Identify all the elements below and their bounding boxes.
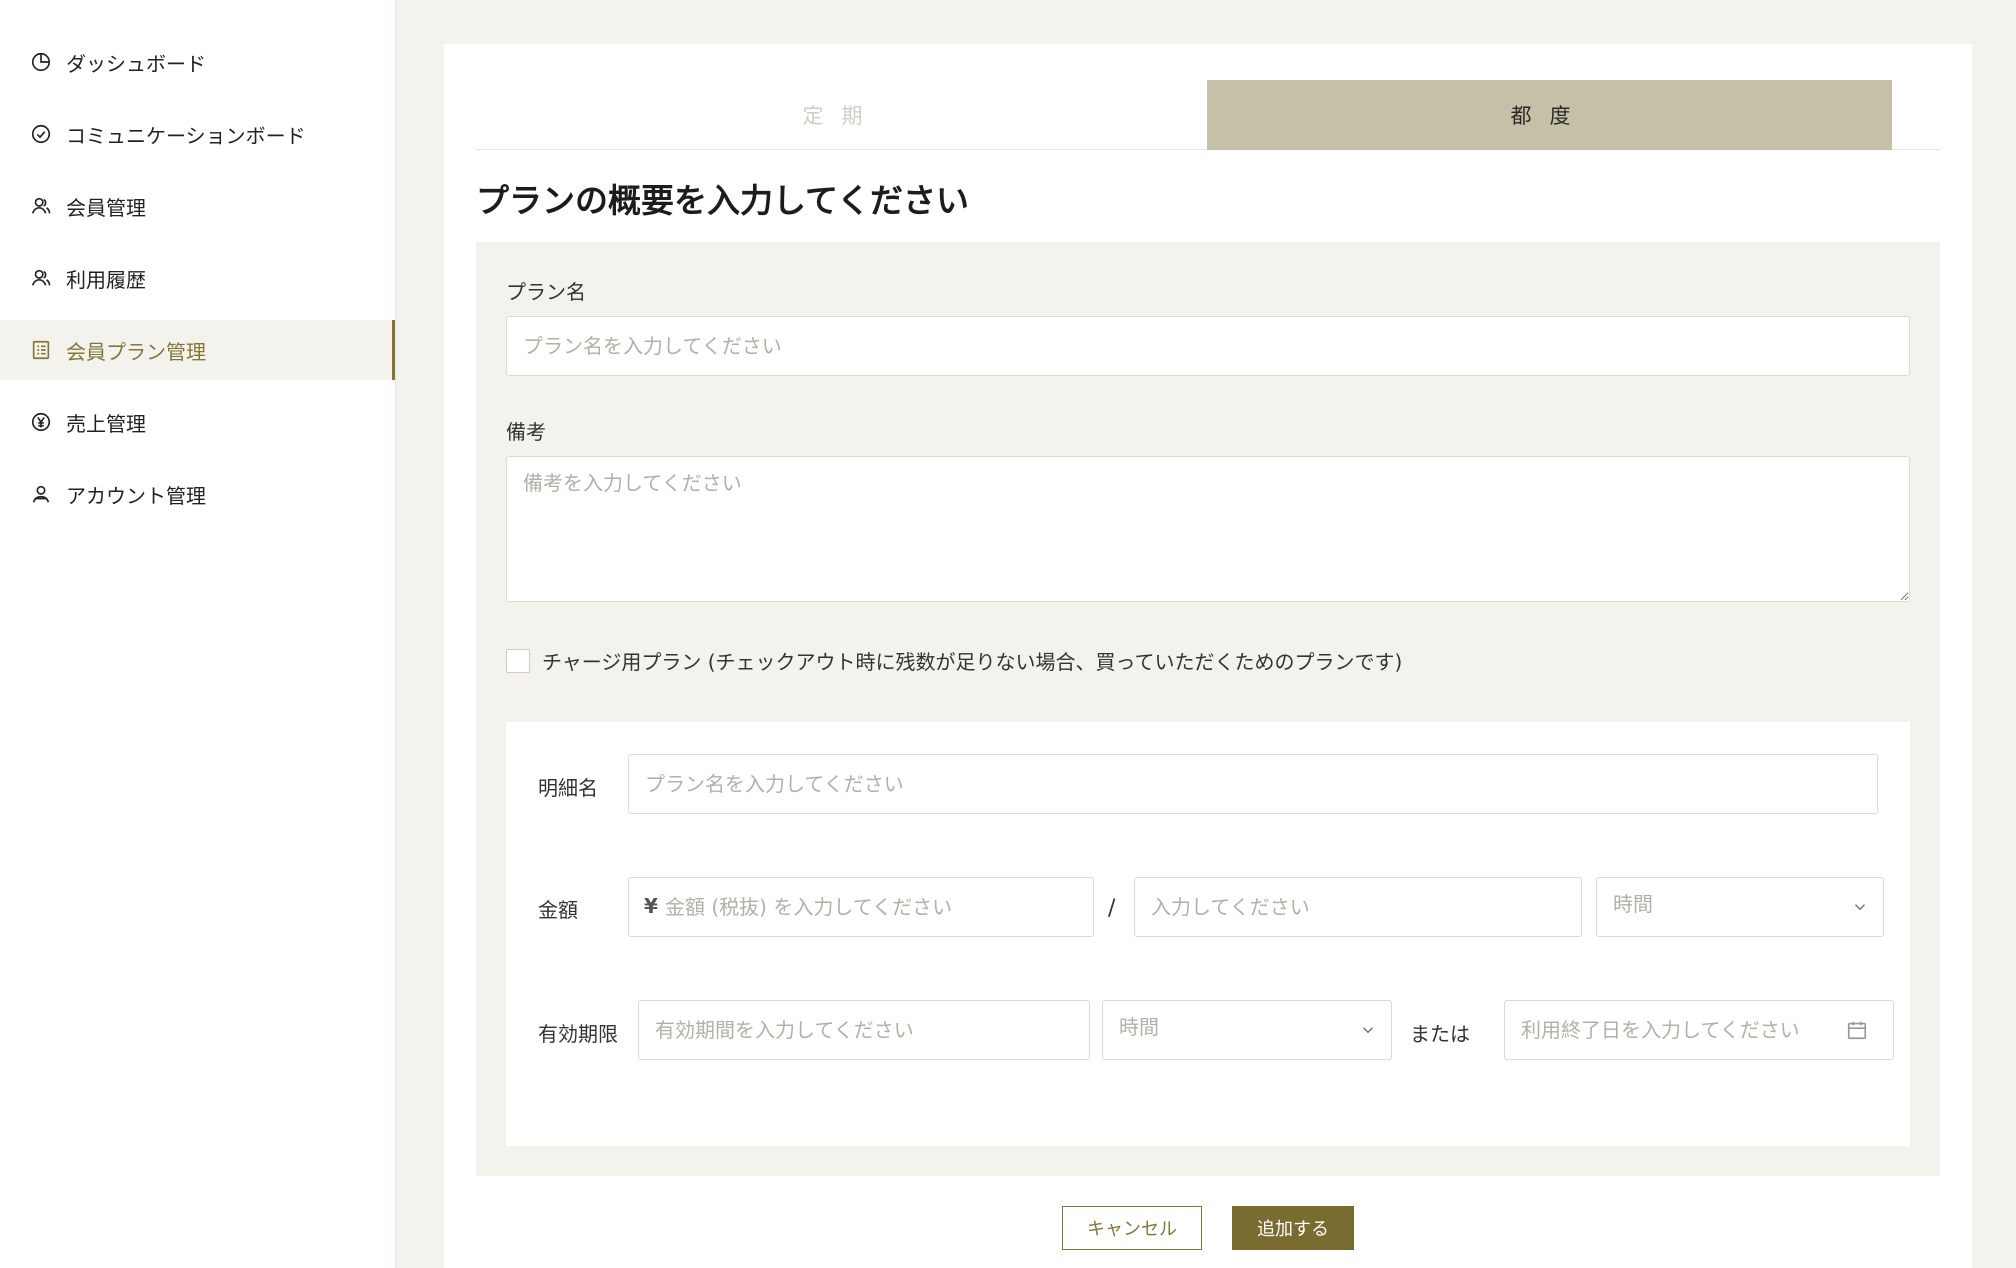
validity-period-input[interactable] — [638, 1000, 1090, 1060]
sidebar-item-label: コミュニケーションボード — [66, 123, 306, 148]
pie-chart-icon — [30, 51, 52, 73]
sidebar-item-label: 利用履歴 — [66, 267, 146, 292]
plan-name-label: プラン名 — [506, 280, 586, 304]
sidebar: ダッシュボード コミュニケーションボード 会員管理 利用履歴 会員プラン管理 売… — [0, 0, 396, 1268]
plan-detail-box: 明細名 金額 ¥ / 時間 有効期限 時間 または — [506, 722, 1910, 1146]
yen-sign: ¥ — [644, 894, 658, 918]
chevron-down-icon — [1854, 904, 1866, 911]
sidebar-item-label: ダッシュボード — [66, 51, 206, 76]
charge-plan-label: チャージ用プラン (チェックアウト時に残数が足りない場合、買っていただくためのプ… — [542, 650, 1403, 674]
item-name-input[interactable] — [628, 754, 1878, 814]
sidebar-item-account[interactable]: アカウント管理 — [0, 464, 395, 524]
sidebar-item-sales[interactable]: 売上管理 — [0, 392, 395, 452]
sidebar-item-member-plan[interactable]: 会員プラン管理 — [0, 320, 395, 380]
sidebar-item-label: アカウント管理 — [66, 483, 206, 508]
price-unit-select-value: 時間 — [1613, 892, 1653, 916]
note-label: 備考 — [506, 420, 546, 444]
sidebar-item-label: 売上管理 — [66, 411, 146, 436]
users-icon — [30, 195, 52, 217]
tab-recurring[interactable]: 定期 — [476, 80, 1207, 150]
sidebar-item-usage-history[interactable]: 利用履歴 — [0, 248, 395, 308]
main-card: 定期 都度 プランの概要を入力してください プラン名 備考 チャージ用プラン (… — [444, 44, 1972, 1268]
page-title: プランの概要を入力してください — [476, 181, 970, 220]
chevron-down-icon — [1362, 1027, 1374, 1034]
sidebar-item-label: 会員プラン管理 — [66, 339, 206, 364]
users-icon — [30, 267, 52, 289]
sidebar-item-label: 会員管理 — [66, 195, 146, 220]
sidebar-item-dashboard[interactable]: ダッシュボード — [0, 32, 395, 92]
price-separator: / — [1108, 896, 1116, 921]
price-input[interactable] — [628, 877, 1094, 937]
calendar-icon[interactable] — [1846, 1019, 1868, 1041]
charge-plan-row: チャージ用プラン (チェックアウト時に残数が足りない場合、買っていただくためのプ… — [506, 646, 1402, 675]
plan-type-tabs: 定期 都度 — [476, 80, 1940, 150]
note-textarea[interactable] — [506, 456, 1910, 602]
account-icon — [30, 483, 52, 505]
price-label: 金額 — [538, 898, 578, 922]
charge-plan-checkbox[interactable] — [506, 648, 530, 673]
tab-one-time[interactable]: 都度 — [1207, 80, 1892, 150]
add-button[interactable]: 追加する — [1232, 1206, 1354, 1250]
price-unit-input[interactable] — [1134, 877, 1582, 937]
item-name-label: 明細名 — [538, 776, 598, 800]
check-circle-icon — [30, 123, 52, 145]
plan-form-panel: プラン名 備考 チャージ用プラン (チェックアウト時に残数が足りない場合、買って… — [476, 242, 1940, 1176]
validity-unit-select[interactable]: 時間 — [1102, 1000, 1392, 1060]
validity-unit-select-value: 時間 — [1119, 1015, 1159, 1039]
validity-label: 有効期限 — [538, 1022, 618, 1046]
list-icon — [30, 339, 52, 361]
yen-circle-icon — [30, 411, 52, 433]
cancel-button[interactable]: キャンセル — [1062, 1206, 1202, 1250]
sidebar-item-communication-board[interactable]: コミュニケーションボード — [0, 104, 395, 164]
end-date-input[interactable] — [1504, 1000, 1894, 1060]
or-label: または — [1410, 1022, 1470, 1046]
price-unit-select[interactable]: 時間 — [1596, 877, 1884, 937]
sidebar-item-members[interactable]: 会員管理 — [0, 176, 395, 236]
plan-name-input[interactable] — [506, 316, 1910, 376]
